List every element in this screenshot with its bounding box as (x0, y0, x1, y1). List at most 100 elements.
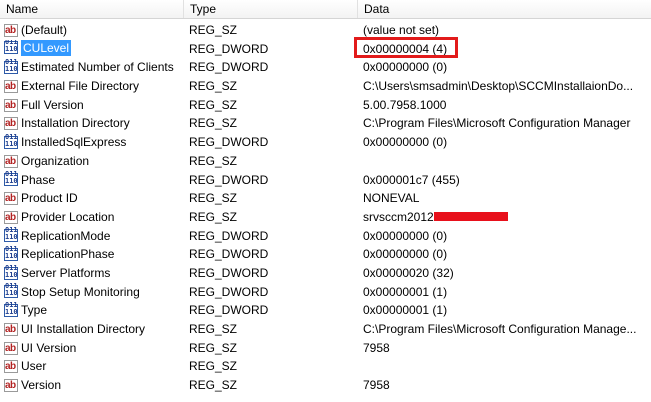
value-name: CULevel (21, 39, 72, 56)
value-name: Phase (21, 172, 56, 187)
string-value-icon (4, 78, 18, 96)
column-header: Name Type Data (0, 0, 651, 19)
table-row[interactable]: Server Platforms REG_DWORD 0x00000020 (3… (0, 264, 651, 283)
string-value-icon (4, 377, 18, 395)
value-type: REG_SZ (189, 79, 238, 94)
string-value-icon (4, 153, 18, 171)
value-type: REG_SZ (189, 340, 238, 355)
table-row[interactable]: (Default) REG_SZ (value not set) (0, 21, 651, 40)
value-type: REG_DWORD (189, 228, 269, 243)
value-data: C:\Users\smsadmin\Desktop\SCCMInstallaio… (363, 79, 634, 94)
column-header-data[interactable]: Data (358, 0, 651, 18)
value-name: User (21, 359, 47, 374)
value-name: ReplicationMode (21, 228, 111, 243)
value-data: 7958 (363, 378, 390, 393)
value-name: Server Platforms (21, 265, 111, 280)
value-data: C:\Program Files\Microsoft Configuration… (363, 322, 637, 336)
value-name: InstalledSqlExpress (21, 135, 127, 150)
value-type: REG_SZ (189, 23, 238, 37)
value-type: REG_SZ (189, 191, 238, 206)
string-value-icon (4, 22, 18, 40)
table-row[interactable]: Full Version REG_SZ 5.00.7958.1000 (0, 96, 651, 114)
value-name: Stop Setup Monitoring (21, 284, 140, 299)
value-type: REG_DWORD (189, 135, 269, 150)
value-name: Version (21, 378, 62, 393)
value-type: REG_SZ (189, 116, 238, 131)
dword-value-icon (4, 40, 18, 55)
dword-value-icon (4, 171, 18, 187)
value-name: Full Version (21, 97, 84, 112)
value-name: Organization (21, 153, 90, 168)
value-data: 5.00.7958.1000 (363, 97, 447, 112)
value-data: srvsccm2012 (363, 209, 434, 224)
table-row[interactable]: ReplicationPhase REG_DWORD 0x00000000 (0… (0, 245, 651, 264)
dword-value-icon (4, 58, 18, 75)
table-row[interactable]: Estimated Number of Clients REG_DWORD 0x… (0, 58, 651, 77)
table-row[interactable]: Type REG_DWORD 0x00000001 (1) (0, 301, 651, 320)
value-name: ReplicationPhase (21, 247, 115, 262)
value-type: REG_SZ (189, 378, 238, 393)
table-row[interactable]: Installation Directory REG_SZ C:\Program… (0, 114, 651, 133)
value-type: REG_SZ (189, 97, 238, 112)
value-name: UI Installation Directory (21, 322, 146, 336)
value-name: Installation Directory (21, 116, 130, 131)
column-header-type[interactable]: Type (184, 0, 358, 18)
redaction-bar (433, 212, 508, 222)
dword-value-icon (4, 283, 18, 299)
value-data: 0x00000001 (1) (363, 303, 448, 318)
registry-value-list: (Default) REG_SZ (value not set) CULevel… (0, 21, 651, 395)
value-data: 0x00000000 (0) (363, 60, 448, 75)
value-type: REG_SZ (189, 209, 238, 224)
table-row[interactable]: UI Installation Directory REG_SZ C:\Prog… (0, 320, 651, 339)
string-value-icon (4, 358, 18, 376)
value-type: REG_DWORD (189, 172, 269, 187)
value-name: Product ID (21, 191, 78, 206)
table-row[interactable]: Provider Location REG_SZ srvsccm2012 (0, 208, 651, 227)
value-type: REG_SZ (189, 359, 238, 374)
value-type: REG_DWORD (189, 41, 269, 56)
value-data: 0x00000001 (1) (363, 284, 448, 299)
value-type: REG_DWORD (189, 284, 269, 299)
dword-value-icon (4, 245, 18, 262)
table-row[interactable]: Version REG_SZ 7958 (0, 376, 651, 395)
value-data: C:\Program Files\Microsoft Configuration… (363, 116, 631, 131)
table-row[interactable]: Phase REG_DWORD 0x000001c7 (455) (0, 171, 651, 190)
value-data: 0x00000020 (32) (363, 265, 454, 280)
string-value-icon (4, 209, 18, 227)
table-row[interactable]: UI Version REG_SZ 7958 (0, 339, 651, 357)
table-row[interactable]: Organization REG_SZ (0, 152, 651, 171)
value-type: REG_SZ (189, 322, 238, 336)
value-name: External File Directory (21, 79, 140, 94)
column-header-name[interactable]: Name (0, 0, 184, 18)
table-row[interactable]: ReplicationMode REG_DWORD 0x00000000 (0) (0, 227, 651, 246)
value-data: 0x00000000 (0) (363, 135, 448, 150)
value-data: (value not set) (363, 23, 440, 37)
value-data: NONEVAL (363, 191, 420, 206)
value-data: 7958 (363, 340, 390, 355)
table-row[interactable]: Product ID REG_SZ NONEVAL (0, 189, 651, 208)
value-name: Estimated Number of Clients (21, 60, 174, 75)
table-row[interactable]: CULevel REG_DWORD 0x00000004 (4) (0, 39, 651, 59)
value-name: Provider Location (21, 209, 115, 224)
table-row[interactable]: InstalledSqlExpress REG_DWORD 0x00000000… (0, 133, 651, 152)
value-type: REG_SZ (189, 153, 238, 168)
value-type: REG_DWORD (189, 60, 269, 75)
string-value-icon (4, 97, 18, 114)
value-name: Type (21, 303, 48, 318)
dword-value-icon (4, 227, 18, 243)
value-data: 0x00000004 (4) (363, 41, 448, 56)
value-name: (Default) (21, 23, 68, 37)
string-value-icon (4, 321, 18, 339)
value-data: 0x00000000 (0) (363, 247, 448, 262)
table-row[interactable]: Stop Setup Monitoring REG_DWORD 0x000000… (0, 283, 651, 302)
dword-value-icon (4, 301, 18, 318)
string-value-icon (4, 115, 18, 133)
table-row[interactable]: External File Directory REG_SZ C:\Users\… (0, 77, 651, 96)
value-name: UI Version (21, 340, 77, 355)
value-data: 0x000001c7 (455) (363, 172, 460, 187)
value-type: REG_DWORD (189, 247, 269, 262)
dword-value-icon (4, 133, 18, 149)
dword-value-icon (4, 264, 18, 280)
table-row[interactable]: User REG_SZ (0, 357, 651, 376)
value-data: 0x00000000 (0) (363, 228, 448, 243)
